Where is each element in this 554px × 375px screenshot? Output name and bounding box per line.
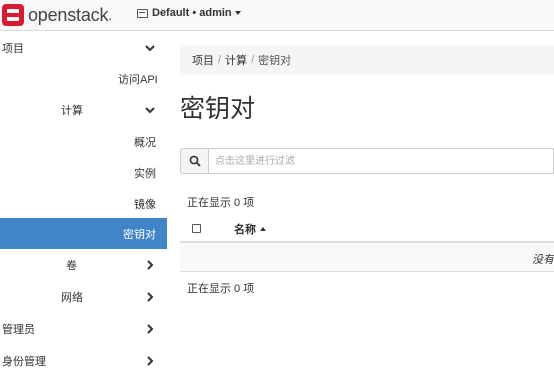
main-content: 项目 / 计算 / 密钥对 密钥对 正在显示 0 项 名称 没有 正在显示 0 …: [180, 32, 554, 375]
sidebar-item-images[interactable]: 镜像: [0, 188, 167, 219]
sidebar-item-project[interactable]: 项目: [0, 32, 167, 63]
sidebar-item-key-pairs[interactable]: 密钥对: [0, 218, 167, 249]
column-header-name[interactable]: 名称: [234, 221, 266, 237]
filter-input[interactable]: [208, 148, 554, 174]
brand-name: openstack: [28, 4, 109, 25]
sidebar-item-volumes[interactable]: 卷: [0, 249, 167, 280]
chevron-down-icon: [145, 105, 155, 115]
item-count-bottom: 正在显示 0 项: [187, 283, 255, 295]
sidebar-item-admin[interactable]: 管理员: [0, 313, 167, 344]
sort-ascending-icon: [260, 227, 266, 231]
sidebar-item-label: 密钥对: [123, 228, 156, 241]
search-icon: [189, 155, 201, 167]
sidebar-item-label: 卷: [66, 259, 77, 272]
breadcrumb-item-compute[interactable]: 计算: [225, 52, 247, 68]
chevron-right-icon: [145, 259, 155, 270]
breadcrumb: 项目 / 计算 / 密钥对: [180, 45, 554, 75]
sidebar-item-label: 概况: [134, 136, 156, 149]
breadcrumb-item-current: 密钥对: [258, 55, 292, 67]
key-pairs-table: 名称 没有: [180, 214, 554, 272]
sidebar-item-label: 计算: [61, 104, 83, 117]
caret-down-icon: [234, 11, 241, 15]
item-count-top: 正在显示 0 项: [187, 197, 255, 209]
breadcrumb-separator: /: [218, 54, 222, 66]
brand-dot: .: [108, 7, 113, 23]
sidebar-item-label: 身份管理: [2, 355, 46, 368]
page-title: 密钥对: [180, 95, 256, 123]
column-header-label: 名称: [234, 224, 256, 236]
search-button[interactable]: [180, 148, 208, 174]
top-navbar: openstack. Default • admin: [0, 0, 554, 31]
sidebar-item-label: 访问API: [118, 73, 158, 86]
sidebar-item-identity[interactable]: 身份管理: [0, 345, 167, 375]
sidebar-item-instances[interactable]: 实例: [0, 157, 167, 188]
brand-link[interactable]: openstack.: [2, 4, 112, 26]
project-icon: [137, 8, 148, 18]
sidebar-item-label: 镜像: [134, 198, 156, 211]
empty-table-message: 没有: [532, 254, 554, 266]
chevron-right-icon: [145, 291, 155, 302]
chevron-down-icon: [145, 43, 155, 53]
sidebar-item-label: 管理员: [2, 323, 35, 336]
breadcrumb-separator: /: [251, 54, 255, 66]
select-all-checkbox[interactable]: [192, 224, 201, 233]
chevron-right-icon: [145, 355, 155, 366]
sidebar-item-label: 网络: [61, 291, 83, 304]
project-picker-label: Default • admin: [152, 7, 232, 19]
chevron-right-icon: [145, 323, 155, 334]
sidebar-item-label: 实例: [134, 167, 156, 180]
filter-bar: [180, 148, 554, 174]
sidebar: 项目 访问API 计算 概况 实例 镜像 密钥对 卷 网络 管理员 身份管理: [0, 32, 167, 375]
sidebar-item-overview[interactable]: 概况: [0, 126, 167, 157]
project-picker-dropdown[interactable]: Default • admin: [137, 7, 241, 19]
breadcrumb-item-project[interactable]: 项目: [192, 52, 214, 68]
empty-table-row: 没有: [180, 243, 554, 272]
sidebar-item-access-api[interactable]: 访问API: [0, 63, 167, 94]
sidebar-item-label: 项目: [2, 42, 24, 55]
openstack-logo-icon: [2, 4, 24, 26]
sidebar-item-network[interactable]: 网络: [0, 281, 167, 312]
sidebar-item-compute[interactable]: 计算: [0, 94, 167, 125]
table-header: 名称: [180, 214, 554, 243]
